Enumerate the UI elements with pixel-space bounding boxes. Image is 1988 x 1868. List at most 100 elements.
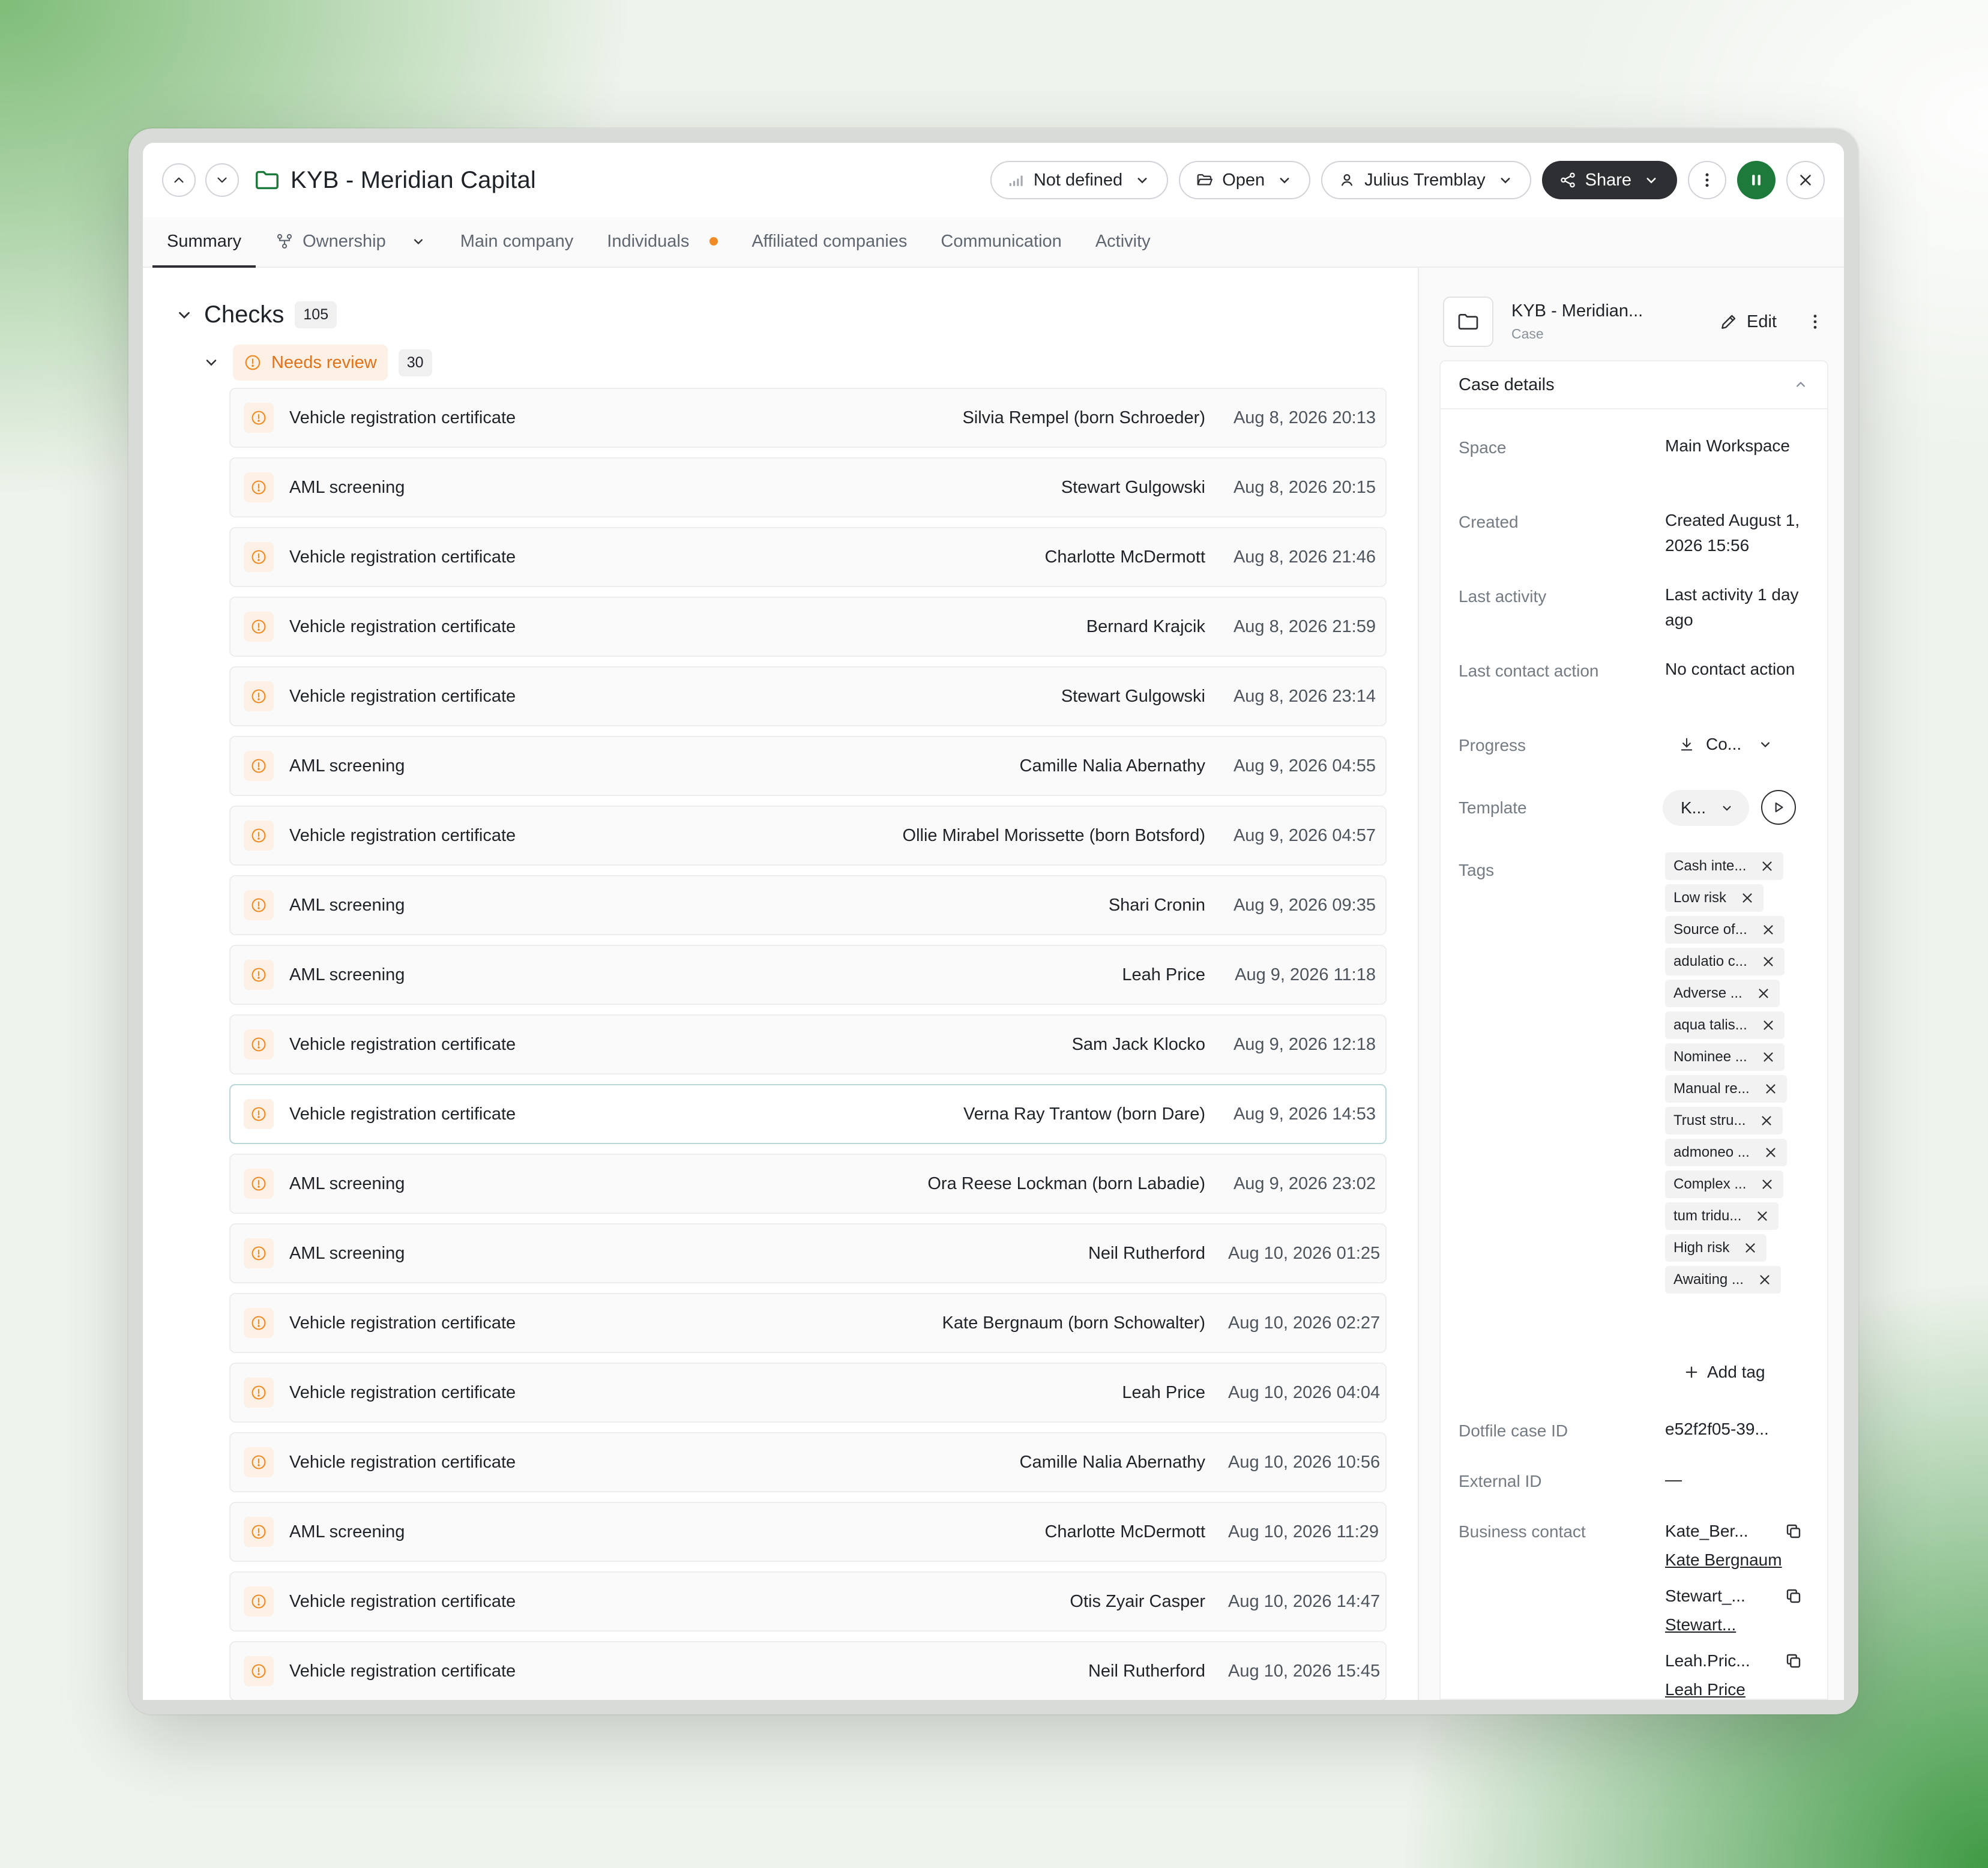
contact-link[interactable]: Kate Bergnaum bbox=[1665, 1547, 1803, 1573]
tag-chip[interactable]: tum tridu... bbox=[1665, 1202, 1779, 1230]
close-icon[interactable] bbox=[1759, 1113, 1774, 1128]
next-case-button[interactable] bbox=[205, 163, 239, 197]
copy-icon[interactable] bbox=[1784, 1586, 1803, 1606]
close-icon[interactable] bbox=[1763, 1145, 1779, 1160]
check-row[interactable]: Vehicle registration certificate Charlott… bbox=[229, 527, 1387, 587]
previous-case-button[interactable] bbox=[162, 163, 196, 197]
edit-button[interactable]: Edit bbox=[1719, 312, 1777, 332]
copy-icon[interactable] bbox=[1784, 1651, 1803, 1671]
check-person: Leah Price bbox=[1122, 965, 1205, 984]
chevron-down-icon bbox=[1761, 742, 1770, 748]
add-tag-button[interactable]: Add tag bbox=[1683, 1363, 1765, 1382]
more-vertical-icon[interactable] bbox=[1806, 312, 1825, 331]
alert-circle-icon bbox=[252, 759, 266, 773]
tag-chip[interactable]: Manual re... bbox=[1665, 1075, 1787, 1103]
tag-chip[interactable]: Low risk bbox=[1665, 884, 1764, 912]
check-date: Aug 8, 2026 23:14 bbox=[1233, 686, 1376, 706]
progress-dropdown[interactable]: Co... bbox=[1678, 735, 1774, 754]
close-icon[interactable] bbox=[1759, 858, 1775, 874]
needs-review-group-header[interactable]: Needs review 30 bbox=[203, 345, 432, 381]
contact-link[interactable]: Stewart... bbox=[1665, 1612, 1803, 1638]
more-actions-button[interactable] bbox=[1688, 161, 1726, 199]
needs-review-badge: Needs review bbox=[233, 345, 388, 381]
close-icon[interactable] bbox=[1743, 1240, 1758, 1256]
check-date: Aug 9, 2026 23:02 bbox=[1233, 1174, 1376, 1193]
tag-chip[interactable]: admoneo ... bbox=[1665, 1139, 1787, 1166]
close-icon[interactable] bbox=[1755, 1208, 1770, 1224]
run-template-button[interactable] bbox=[1761, 790, 1796, 825]
close-icon[interactable] bbox=[1761, 954, 1776, 969]
external-id-value: — bbox=[1665, 1470, 1682, 1489]
close-icon[interactable] bbox=[1740, 890, 1755, 906]
check-row[interactable]: Vehicle registration certificate Verna Ra… bbox=[229, 1084, 1387, 1144]
alert-circle-icon bbox=[252, 1107, 266, 1121]
case-title: KYB - Meridian... bbox=[1511, 301, 1643, 321]
tag-chip[interactable]: Awaiting ... bbox=[1665, 1266, 1781, 1294]
check-row[interactable]: Vehicle registration certificate Leah Pri… bbox=[229, 1363, 1387, 1423]
template-label: Template bbox=[1459, 798, 1527, 817]
check-row[interactable]: Vehicle registration certificate Camille … bbox=[229, 1432, 1387, 1492]
check-row[interactable]: Vehicle registration certificate Sam Jack… bbox=[229, 1014, 1387, 1074]
tab-communication[interactable]: Communication bbox=[926, 216, 1076, 267]
tab-individuals[interactable]: Individuals bbox=[592, 216, 732, 267]
contact-handle: Kate_Ber... bbox=[1665, 1522, 1749, 1540]
check-row[interactable]: Vehicle registration certificate Bernard … bbox=[229, 597, 1387, 657]
check-row[interactable]: Vehicle registration certificate Stewart … bbox=[229, 666, 1387, 726]
close-icon[interactable] bbox=[1761, 1049, 1776, 1065]
tab-affiliated-companies[interactable]: Affiliated companies bbox=[737, 216, 921, 267]
share-button[interactable]: Share bbox=[1541, 161, 1677, 199]
status-dropdown[interactable]: Open bbox=[1179, 161, 1311, 199]
check-row[interactable]: Vehicle registration certificate Ollie Mi… bbox=[229, 806, 1387, 866]
tab-summary[interactable]: Summary bbox=[152, 216, 256, 268]
tag-chip[interactable]: aqua talis... bbox=[1665, 1011, 1785, 1039]
check-row[interactable]: Vehicle registration certificate Kate Ber… bbox=[229, 1293, 1387, 1353]
case-type: Case bbox=[1511, 326, 1544, 342]
check-date: Aug 10, 2026 02:27 bbox=[1228, 1313, 1381, 1333]
check-date: Aug 10, 2026 04:04 bbox=[1228, 1382, 1381, 1402]
tab-ownership[interactable]: Ownership bbox=[261, 216, 441, 267]
template-dropdown[interactable]: K... bbox=[1663, 790, 1749, 826]
tag-chip[interactable]: Trust stru... bbox=[1665, 1107, 1783, 1134]
close-icon[interactable] bbox=[1757, 1272, 1773, 1288]
assignee-dropdown[interactable]: Julius Tremblay bbox=[1321, 161, 1531, 199]
check-row[interactable]: AML screening Leah Price Aug 9, 2026 11:18 bbox=[229, 945, 1387, 1005]
tag-chip[interactable]: Source of... bbox=[1665, 916, 1785, 944]
close-icon[interactable] bbox=[1763, 1081, 1779, 1097]
check-row[interactable]: AML screening Charlotte McDermott Aug 10, … bbox=[229, 1502, 1387, 1562]
check-row[interactable]: AML screening Ora Reese Lockman (born Lab… bbox=[229, 1154, 1387, 1214]
check-row[interactable]: AML screening Shari Cronin Aug 9, 2026 09:… bbox=[229, 875, 1387, 935]
close-icon[interactable] bbox=[1761, 1017, 1776, 1033]
close-icon[interactable] bbox=[1761, 922, 1776, 938]
copy-icon[interactable] bbox=[1784, 1522, 1803, 1541]
tab-label: Ownership bbox=[303, 231, 386, 251]
check-row[interactable]: Vehicle registration certificate Neil Rut… bbox=[229, 1641, 1387, 1700]
case-details-title: Case details bbox=[1459, 375, 1555, 394]
close-icon[interactable] bbox=[1756, 986, 1771, 1001]
checks-header[interactable]: Checks 105 bbox=[175, 301, 337, 328]
risk-level-label: Not defined bbox=[1033, 170, 1123, 190]
check-row[interactable]: AML screening Stewart Gulgowski Aug 8, 202… bbox=[229, 457, 1387, 517]
close-icon[interactable] bbox=[1759, 1177, 1775, 1192]
tab-activity[interactable]: Activity bbox=[1081, 216, 1165, 267]
tag-chip[interactable]: Complex ... bbox=[1665, 1171, 1784, 1198]
check-row[interactable]: AML screening Neil Rutherford Aug 10, 2026… bbox=[229, 1223, 1387, 1283]
check-person: Ollie Mirabel Morissette (born Botsford) bbox=[902, 825, 1205, 845]
pause-avatar-button[interactable] bbox=[1737, 161, 1776, 199]
needs-review-icon bbox=[244, 751, 274, 781]
check-row[interactable]: AML screening Camille Nalia Abernathy Aug … bbox=[229, 736, 1387, 796]
tag-chip[interactable]: High risk bbox=[1665, 1234, 1767, 1262]
check-row[interactable]: Vehicle registration certificate Silvia R… bbox=[229, 388, 1387, 448]
contact-link[interactable]: Leah Price bbox=[1665, 1677, 1803, 1700]
risk-level-dropdown[interactable]: Not defined bbox=[990, 161, 1169, 199]
close-button[interactable] bbox=[1786, 161, 1825, 199]
tab-main-company[interactable]: Main company bbox=[446, 216, 588, 267]
check-row[interactable]: Vehicle registration certificate Otis Zya… bbox=[229, 1571, 1387, 1631]
tag-chip[interactable]: adulatio c... bbox=[1665, 948, 1785, 975]
check-date: Aug 10, 2026 01:25 bbox=[1228, 1243, 1381, 1263]
tag-chip[interactable]: Nominee ... bbox=[1665, 1043, 1785, 1071]
tag-chip[interactable]: Cash inte... bbox=[1665, 852, 1784, 880]
case-details-header[interactable]: Case details bbox=[1441, 361, 1827, 409]
tag-chip[interactable]: Adverse ... bbox=[1665, 980, 1780, 1007]
tab-label: Affiliated companies bbox=[752, 231, 908, 251]
share-icon bbox=[1560, 172, 1575, 188]
